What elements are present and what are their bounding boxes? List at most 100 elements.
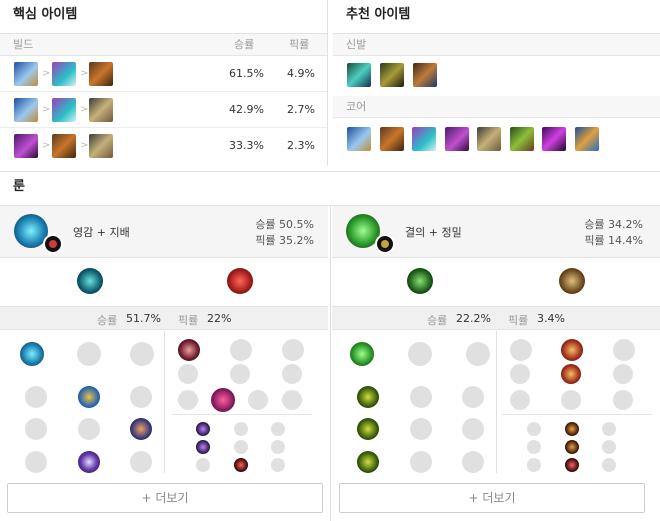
core-item-icon[interactable]	[445, 127, 469, 151]
chevron-right-icon: >	[42, 104, 51, 115]
rune-icon	[77, 342, 101, 366]
recommended-items-panel: 추천 아이템 신발 코어	[333, 0, 660, 166]
rune-icon	[350, 342, 374, 366]
rune-icon	[25, 386, 47, 408]
col-winrate: 승률	[234, 38, 255, 51]
stat-winrate: 22.2%	[456, 312, 491, 325]
build-winrate: 42.9%	[229, 103, 264, 116]
shard-icon	[234, 422, 248, 436]
shard-icon	[271, 440, 285, 454]
rune-icon	[230, 364, 250, 384]
item-icon	[52, 134, 76, 158]
rune-icon	[178, 364, 198, 384]
resolve-tree-icon[interactable]	[407, 268, 433, 294]
rune-tree-row	[332, 258, 660, 306]
core-item-icon[interactable]	[412, 127, 436, 151]
shard-icon	[234, 440, 248, 454]
chevron-right-icon: >	[80, 104, 89, 115]
rune-icon	[230, 339, 252, 361]
build-row[interactable]: > > 61.5% 4.9%	[0, 56, 327, 92]
runes-title: 룬	[0, 172, 660, 206]
shard-icon	[527, 458, 541, 472]
rune-icon	[178, 390, 198, 410]
rune-icon	[510, 390, 530, 410]
shard-icon	[602, 458, 616, 472]
shard-icon	[196, 458, 210, 472]
shard-icon	[565, 440, 579, 454]
boots-row	[333, 56, 660, 96]
boots-item-icon[interactable]	[413, 63, 437, 87]
stat-pickrate-label: 픽률	[508, 314, 529, 327]
chevron-right-icon: >	[80, 140, 89, 151]
item-icon	[89, 98, 113, 122]
col-pickrate: 픽률	[289, 38, 310, 51]
rune-icon	[211, 388, 235, 412]
rune-icon	[510, 339, 532, 361]
core-item-icon[interactable]	[575, 127, 599, 151]
rune-divider	[496, 331, 497, 473]
rune-icon	[357, 386, 379, 408]
rune-page-winrate: 승률 50.5%	[255, 218, 314, 231]
rune-icon	[462, 451, 484, 473]
rune-icon	[613, 339, 635, 361]
shard-icon	[234, 458, 248, 472]
core-item-icon[interactable]	[510, 127, 534, 151]
rune-icon	[357, 451, 379, 473]
shard-icon	[602, 440, 616, 454]
rune-divider	[164, 331, 165, 473]
rune-icon	[561, 339, 583, 361]
stat-winrate-label: 승률	[427, 314, 448, 327]
rune-icon	[282, 390, 302, 410]
more-button[interactable]: + 더보기	[339, 483, 645, 513]
boots-item-icon[interactable]	[347, 63, 371, 87]
boots-label: 신발	[333, 34, 660, 56]
core-item-icon[interactable]	[347, 127, 371, 151]
shard-icon	[196, 440, 210, 454]
precision-tree-icon[interactable]	[559, 268, 585, 294]
core-item-icon[interactable]	[380, 127, 404, 151]
rune-tree-row	[0, 258, 328, 306]
rune-icon	[408, 342, 432, 366]
build-winrate: 33.3%	[229, 139, 264, 152]
rune-icon	[130, 418, 152, 440]
core-items-panel: 핵심 아이템 빌드 승률 픽률 > > 61.5% 4.9% > > 42.9%…	[0, 0, 328, 166]
build-pickrate: 2.3%	[287, 139, 315, 152]
rune-pages-divider	[330, 206, 331, 521]
rune-page-name: 영감 + 지배	[73, 226, 130, 239]
shard-icon	[565, 422, 579, 436]
core-row	[333, 118, 660, 158]
shard-icon	[565, 458, 579, 472]
item-icon	[89, 62, 113, 86]
rune-icon	[130, 451, 152, 473]
core-item-icon[interactable]	[542, 127, 566, 151]
stat-winrate-label: 승률	[97, 314, 118, 327]
rune-icon	[561, 390, 581, 410]
build-row[interactable]: > > 42.9% 2.7%	[0, 92, 327, 128]
more-button[interactable]: + 더보기	[7, 483, 323, 513]
shard-icon	[527, 422, 541, 436]
stat-pickrate: 22%	[207, 312, 232, 325]
recommended-items-title: 추천 아이템	[333, 0, 660, 34]
shard-icon	[271, 458, 285, 472]
item-icon	[89, 134, 113, 158]
rune-icon	[25, 418, 47, 440]
rune-icon	[130, 342, 154, 366]
build-pickrate: 2.7%	[287, 103, 315, 116]
core-items-header: 빌드 승률 픽률	[0, 34, 327, 56]
core-items-title: 핵심 아이템	[0, 0, 327, 34]
rune-icon	[130, 386, 152, 408]
boots-item-icon[interactable]	[380, 63, 404, 87]
build-winrate: 61.5%	[229, 67, 264, 80]
inspiration-tree-icon[interactable]	[77, 268, 103, 294]
stat-pickrate: 3.4%	[537, 312, 565, 325]
domination-tree-icon[interactable]	[227, 268, 253, 294]
rune-icon	[178, 339, 200, 361]
shard-icon	[196, 422, 210, 436]
precision-icon	[375, 234, 395, 254]
stat-winrate: 51.7%	[126, 312, 161, 325]
rune-icon	[613, 364, 633, 384]
core-item-icon[interactable]	[477, 127, 501, 151]
build-row[interactable]: > > 33.3% 2.3%	[0, 128, 327, 164]
chevron-right-icon: >	[42, 68, 51, 79]
stat-pickrate-label: 픽률	[178, 314, 199, 327]
